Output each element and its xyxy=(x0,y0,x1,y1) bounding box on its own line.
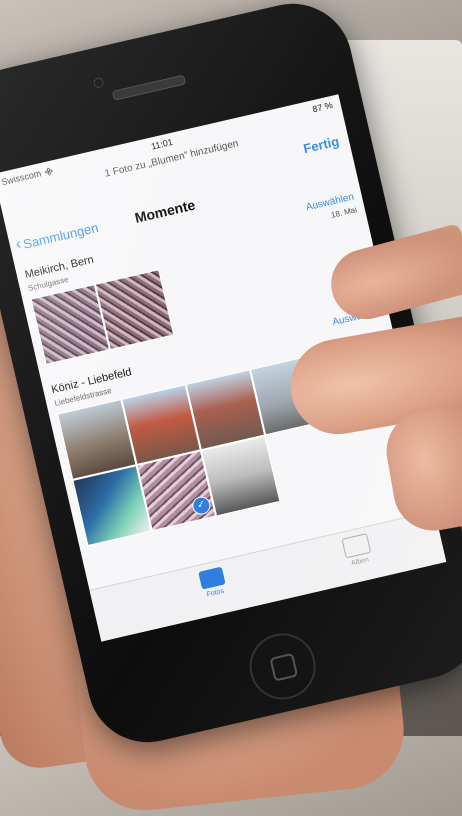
earpiece-speaker xyxy=(111,74,187,101)
back-label: Sammlungen xyxy=(21,219,100,252)
back-button[interactable]: ‹ Sammlungen xyxy=(14,218,100,254)
albums-icon xyxy=(341,533,372,559)
status-battery: 87 % xyxy=(311,99,334,115)
wifi-icon: ᯽ xyxy=(42,164,55,177)
home-square-icon xyxy=(269,652,299,682)
front-camera xyxy=(92,76,105,89)
tab-photos[interactable]: Fotos xyxy=(171,560,255,605)
done-button[interactable]: Fertig xyxy=(302,134,341,157)
photo-thumbnail[interactable] xyxy=(200,435,281,517)
moment-date: 18. Mai xyxy=(330,205,358,220)
status-time: 11:01 xyxy=(150,136,174,152)
photo-thumbnail[interactable] xyxy=(94,269,175,351)
checkmark-icon: ✓ xyxy=(190,494,213,517)
photos-icon xyxy=(198,566,226,590)
page-title: Momente xyxy=(133,196,197,226)
home-button[interactable] xyxy=(243,626,323,707)
tab-albums[interactable]: Alben xyxy=(315,527,400,574)
